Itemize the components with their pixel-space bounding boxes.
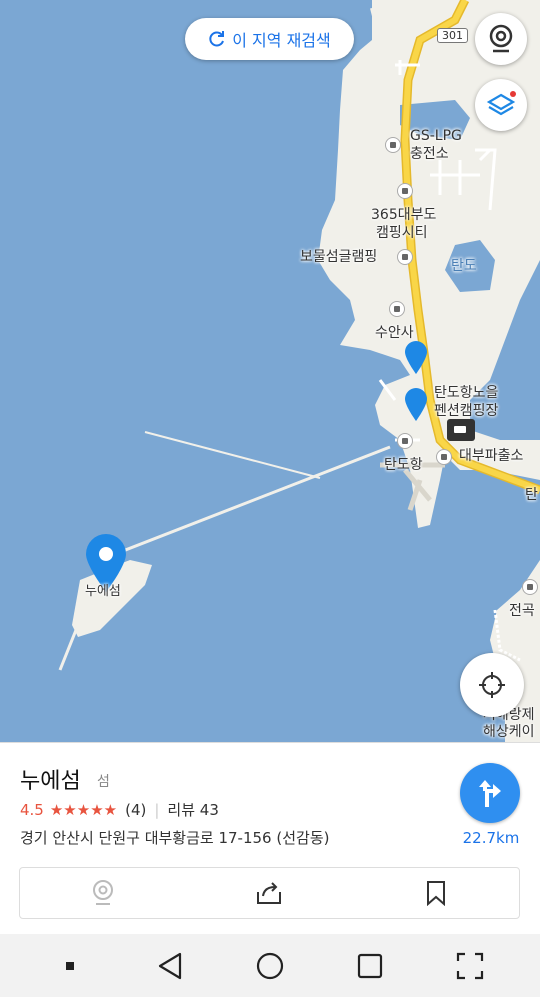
- camping-icon[interactable]: [397, 183, 413, 199]
- layers-icon: [486, 91, 516, 116]
- review-count-link[interactable]: 리뷰 43: [167, 799, 218, 820]
- label-tando: 탄도: [451, 258, 477, 274]
- label-365-camping[interactable]: 365대부도: [371, 206, 436, 224]
- glamping-icon[interactable]: [397, 249, 413, 265]
- nav-recents-button[interactable]: [350, 946, 390, 986]
- share-icon: [257, 882, 282, 904]
- search-area-refresh-icon: [209, 31, 225, 47]
- label-nuesom[interactable]: 누에섬: [85, 583, 121, 601]
- rating-value: 4.5: [20, 800, 44, 819]
- map-view[interactable]: 301 GS-LPG 충전소 365대부도 캠핑시티 보물섬글램핑 탄도 수안사…: [0, 0, 540, 742]
- temple-icon[interactable]: [389, 301, 405, 317]
- label-glamping[interactable]: 보물섬글램핑: [300, 248, 377, 266]
- bookmark-icon: [426, 881, 445, 906]
- map-layers-button[interactable]: [475, 79, 527, 131]
- label-port[interactable]: 탄도항: [384, 456, 423, 474]
- port-icon-jeongok[interactable]: [522, 579, 538, 595]
- place-category: 섬: [97, 774, 110, 790]
- nav-home-button[interactable]: [250, 946, 290, 986]
- label-jeongok[interactable]: 전곡: [509, 602, 535, 620]
- back-icon: [158, 952, 182, 979]
- street-view-button[interactable]: [475, 13, 527, 65]
- bookmark-action[interactable]: [353, 868, 519, 918]
- place-name: 누에섬: [20, 769, 81, 794]
- label-pension[interactable]: 탄도항노을: [434, 384, 498, 402]
- gas-station-icon[interactable]: [385, 137, 401, 153]
- home-icon: [256, 952, 284, 979]
- label-police[interactable]: 대부파출소: [459, 447, 523, 465]
- label-gs-lpg-2[interactable]: 충전소: [410, 145, 449, 163]
- map-canvas: [58, 0, 540, 742]
- fullscreen-icon: [456, 952, 484, 979]
- rating-row[interactable]: 4.5 ★★★★★ (4) | 리뷰 43: [20, 799, 219, 820]
- system-navigation-bar: [0, 934, 540, 997]
- street-view-icon: [93, 880, 114, 905]
- street-view-icon: [489, 24, 513, 53]
- label-marine-2[interactable]: 해상케이: [483, 723, 535, 741]
- label-pension-2[interactable]: 펜션캠핑장: [434, 402, 498, 420]
- nav-back-button[interactable]: [150, 946, 190, 986]
- police-icon[interactable]: [436, 449, 452, 465]
- label-gs-lpg[interactable]: GS-LPG: [410, 127, 462, 145]
- current-location-button[interactable]: [460, 653, 524, 717]
- rating-stars-icon: ★★★★★: [49, 800, 118, 819]
- search-this-area-button[interactable]: 이 지역 재검색: [185, 18, 354, 60]
- nav-fullscreen-button[interactable]: [450, 946, 490, 986]
- current-location-icon: [479, 672, 505, 698]
- place-info-sheet[interactable]: 누에섬 섬 4.5 ★★★★★ (4) | 리뷰 43 경기 안산시 단원구 대…: [0, 742, 540, 934]
- share-action[interactable]: [186, 868, 352, 918]
- cctv-icon[interactable]: [447, 419, 475, 441]
- marker-pin-icon[interactable]: [404, 341, 428, 375]
- label-365-camping-2[interactable]: 캠핑시티: [376, 224, 428, 242]
- nav-dot-button[interactable]: [50, 946, 90, 986]
- label-tan-edge: 탄: [525, 487, 538, 503]
- place-address: 경기 안산시 단원구 대부황금로 17-156 (선감동): [20, 829, 330, 847]
- rating-count: (4): [125, 800, 147, 819]
- distance-label: 22.7km: [462, 829, 520, 847]
- port-icon[interactable]: [397, 433, 413, 449]
- dot-icon: [66, 961, 74, 970]
- route-shield-301: 301: [437, 28, 468, 43]
- directions-arrow-icon: [479, 780, 501, 807]
- directions-button[interactable]: [460, 763, 520, 823]
- label-suansa[interactable]: 수안사: [375, 324, 414, 342]
- marker-pin-icon[interactable]: [404, 388, 428, 422]
- action-bar: [19, 867, 520, 919]
- divider: |: [154, 800, 160, 819]
- street-view-action[interactable]: [20, 868, 186, 918]
- search-this-area-label: 이 지역 재검색: [232, 31, 331, 50]
- recents-icon: [357, 953, 383, 978]
